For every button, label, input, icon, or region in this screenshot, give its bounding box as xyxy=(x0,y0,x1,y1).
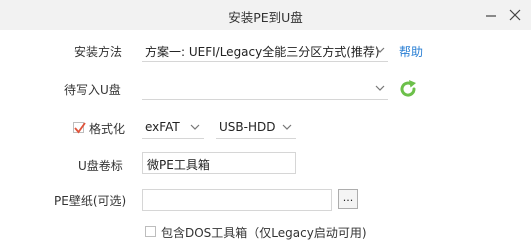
usb-mode-value: USB-HDD xyxy=(219,120,276,134)
target-usb-select[interactable] xyxy=(142,77,388,100)
checkmark-icon xyxy=(74,122,86,134)
chevron-down-icon xyxy=(375,47,385,53)
dos-tools-label: 包含DOS工具箱（仅Legacy启动可用) xyxy=(161,226,367,240)
help-link[interactable]: 帮助 xyxy=(399,43,423,60)
minimize-icon xyxy=(486,15,496,17)
minimize-button[interactable] xyxy=(481,5,501,25)
format-label: 格式化 xyxy=(89,122,126,136)
chevron-down-icon xyxy=(375,85,385,91)
chevron-down-icon xyxy=(282,124,292,130)
wallpaper-input[interactable] xyxy=(142,189,332,211)
usb-mode-select[interactable]: USB-HDD xyxy=(216,116,296,139)
chevron-down-icon xyxy=(190,124,200,130)
filesystem-select[interactable]: exFAT xyxy=(142,116,204,139)
wallpaper-label: PE壁纸(可选) xyxy=(54,194,127,208)
install-method-value: 方案一: UEFI/Legacy全能三分区方式(推荐) xyxy=(145,45,380,59)
format-checkbox[interactable] xyxy=(73,122,86,134)
volume-label-label: U盘卷标 xyxy=(78,159,123,173)
target-usb-label: 待写入U盘 xyxy=(64,83,121,97)
install-method-label: 安装方法 xyxy=(74,45,123,59)
volume-label-value: 微PE工具箱 xyxy=(147,158,210,172)
dos-tools-checkbox[interactable] xyxy=(145,226,156,237)
filesystem-value: exFAT xyxy=(145,120,180,134)
title-bar: 安装PE到U盘 xyxy=(0,0,531,30)
close-icon xyxy=(509,9,521,21)
volume-label-input[interactable]: 微PE工具箱 xyxy=(142,152,296,174)
refresh-icon[interactable] xyxy=(397,78,419,100)
install-method-select[interactable]: 方案一: UEFI/Legacy全能三分区方式(推荐) xyxy=(142,39,388,62)
close-button[interactable] xyxy=(505,5,525,25)
browse-button[interactable]: ... xyxy=(338,189,358,209)
window-title: 安装PE到U盘 xyxy=(228,10,303,25)
